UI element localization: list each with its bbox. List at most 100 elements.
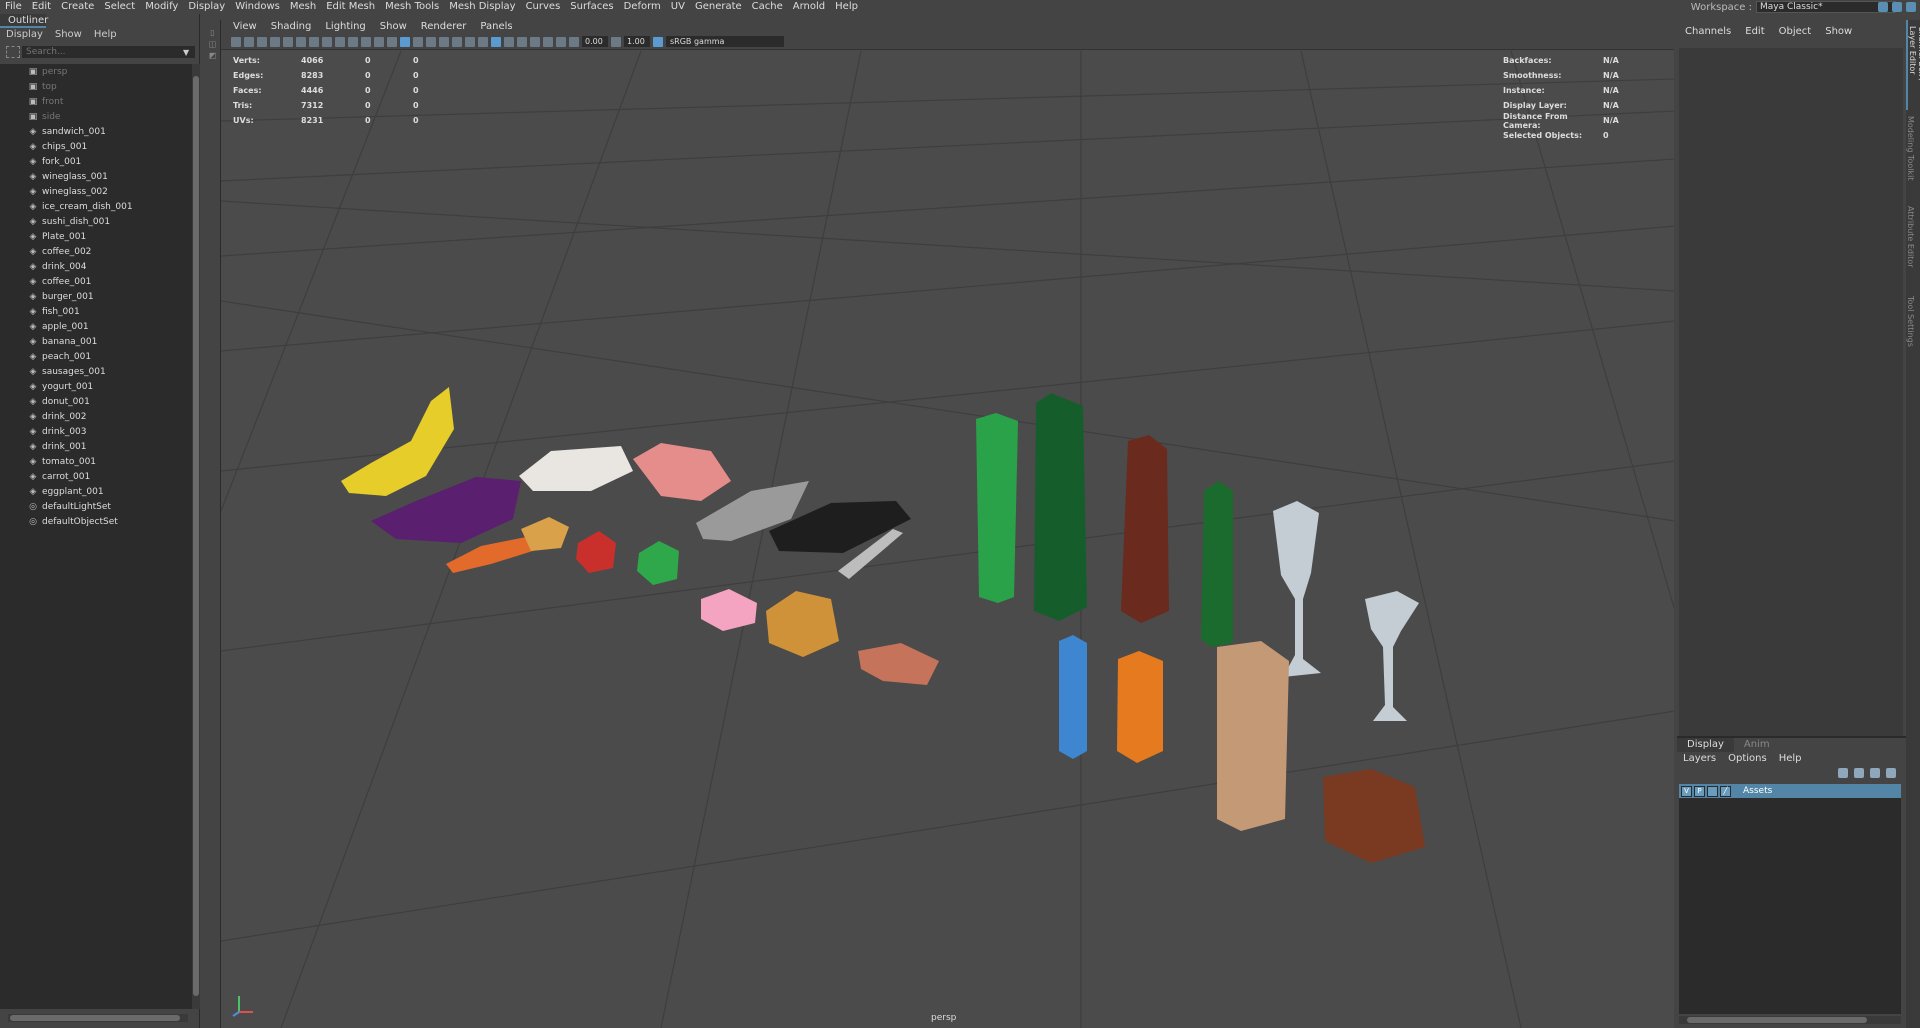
- filter-icon[interactable]: [6, 46, 20, 58]
- yogurt-mesh[interactable]: [1059, 635, 1087, 759]
- tab-display[interactable]: Display: [1677, 738, 1734, 752]
- menu-mesh-display[interactable]: Mesh Display: [444, 0, 520, 14]
- outliner-item[interactable]: ▣ front: [0, 94, 192, 109]
- outliner-vertical-scrollbar[interactable]: [192, 64, 200, 1009]
- move-layer-up-icon[interactable]: [1838, 768, 1848, 778]
- outliner-item[interactable]: ◎ defaultObjectSet: [0, 514, 192, 529]
- menu-generate[interactable]: Generate: [690, 0, 747, 14]
- side-tab-channel-box-layer-editor[interactable]: Channel Box / Layer Editor: [1906, 20, 1920, 110]
- menu-edit[interactable]: Edit: [27, 0, 56, 14]
- menu-select[interactable]: Select: [99, 0, 140, 14]
- lighting-icon[interactable]: [439, 36, 449, 47]
- outliner-item[interactable]: ◈ yogurt_001: [0, 379, 192, 394]
- exposure-field[interactable]: 0.00: [582, 36, 608, 47]
- gamma-icon[interactable]: [611, 36, 621, 47]
- layer-row[interactable]: V P ╱ Assets: [1679, 784, 1901, 798]
- anti-aliasing-icon[interactable]: [530, 36, 540, 47]
- outliner-item[interactable]: ◈ banana_001: [0, 334, 192, 349]
- outliner-item[interactable]: ◈ drink_001: [0, 439, 192, 454]
- outliner-item[interactable]: ◈ drink_003: [0, 424, 192, 439]
- panel-layout-icon[interactable]: [1878, 2, 1888, 12]
- menu-create[interactable]: Create: [56, 0, 99, 14]
- scrollbar-thumb[interactable]: [1687, 1017, 1867, 1023]
- viewport-menu-renderer[interactable]: Renderer: [415, 20, 473, 34]
- outliner-item[interactable]: ◈ burger_001: [0, 289, 192, 304]
- outliner-item[interactable]: ◈ coffee_001: [0, 274, 192, 289]
- menu-edit-mesh[interactable]: Edit Mesh: [321, 0, 380, 14]
- menu-surfaces[interactable]: Surfaces: [565, 0, 618, 14]
- wireframe-icon[interactable]: [387, 36, 397, 47]
- coffee-cup-mesh[interactable]: [1217, 641, 1289, 831]
- viewport-menu-shading[interactable]: Shading: [265, 20, 318, 34]
- outliner-item[interactable]: ◈ drink_004: [0, 259, 192, 274]
- ambient-occlusion-icon[interactable]: [504, 36, 514, 47]
- drink-bottle-green-mesh[interactable]: [1034, 393, 1087, 621]
- new-layer-icon[interactable]: [1870, 768, 1880, 778]
- outliner-menu-display[interactable]: Display: [6, 28, 43, 42]
- outliner-item[interactable]: ◈ fork_001: [0, 154, 192, 169]
- channel-box-menu-object[interactable]: Object: [1779, 20, 1812, 42]
- outliner-item[interactable]: ▣ side: [0, 109, 192, 124]
- menu-arnold[interactable]: Arnold: [788, 0, 830, 14]
- layer-editor-menu-layers[interactable]: Layers: [1683, 752, 1716, 766]
- outliner-item[interactable]: ◈ chips_001: [0, 139, 192, 154]
- settings-icon[interactable]: [1892, 2, 1902, 12]
- bookmark-icon[interactable]: [270, 36, 280, 47]
- image-plane-icon[interactable]: [283, 36, 293, 47]
- textured-icon[interactable]: [426, 36, 436, 47]
- outliner-menu-help[interactable]: Help: [94, 28, 117, 42]
- color-management-icon[interactable]: [653, 36, 663, 47]
- layer-visibility-toggle[interactable]: V: [1681, 785, 1692, 797]
- scrollbar-thumb[interactable]: [193, 76, 199, 996]
- safe-action-icon[interactable]: [361, 36, 371, 47]
- viewport-menu-panels[interactable]: Panels: [474, 20, 518, 34]
- outliner-horizontal-scrollbar[interactable]: [8, 1014, 188, 1022]
- outliner-search-input[interactable]: [22, 46, 195, 58]
- outliner-item[interactable]: ▣ persp: [0, 64, 192, 79]
- channel-box-menu-channels[interactable]: Channels: [1685, 20, 1731, 42]
- gate-mask-icon[interactable]: [335, 36, 345, 47]
- side-tab-modeling-toolkit[interactable]: Modeling Toolkit: [1906, 110, 1915, 200]
- exposure-icon[interactable]: [569, 36, 579, 47]
- outliner-item[interactable]: ◈ Plate_001: [0, 229, 192, 244]
- outliner-item[interactable]: ◈ ice_cream_dish_001: [0, 199, 192, 214]
- tab-anim[interactable]: Anim: [1734, 738, 1780, 752]
- layer-editor-menu-options[interactable]: Options: [1728, 752, 1767, 766]
- grid-icon[interactable]: [296, 36, 306, 47]
- outliner-item[interactable]: ◈ peach_001: [0, 349, 192, 364]
- layer-display-type-toggle[interactable]: [1707, 785, 1718, 797]
- outliner-item[interactable]: ◈ eggplant_001: [0, 484, 192, 499]
- new-layer-from-selection-icon[interactable]: [1886, 768, 1896, 778]
- safe-title-icon[interactable]: [374, 36, 384, 47]
- channel-box-menu-show[interactable]: Show: [1825, 20, 1852, 42]
- cola-bottle-mesh[interactable]: [1121, 435, 1169, 623]
- menu-cache[interactable]: Cache: [747, 0, 788, 14]
- layer-name[interactable]: Assets: [1743, 786, 1772, 796]
- isolate-select-icon[interactable]: [556, 36, 566, 47]
- outliner-item[interactable]: ◎ defaultLightSet: [0, 499, 192, 514]
- menu-deform[interactable]: Deform: [619, 0, 666, 14]
- viewport-menu-view[interactable]: View: [227, 20, 263, 34]
- menu-curves[interactable]: Curves: [521, 0, 566, 14]
- outliner-item[interactable]: ◈ fish_001: [0, 304, 192, 319]
- menu-mesh[interactable]: Mesh: [285, 0, 321, 14]
- menu-modify[interactable]: Modify: [140, 0, 183, 14]
- viewport-menu-show[interactable]: Show: [374, 20, 413, 34]
- outliner-item[interactable]: ◈ sausages_001: [0, 364, 192, 379]
- select-camera-icon[interactable]: [231, 36, 241, 47]
- menu-uv[interactable]: UV: [666, 0, 690, 14]
- outliner-item[interactable]: ◈ carrot_001: [0, 469, 192, 484]
- layer-editor-menu-help[interactable]: Help: [1779, 752, 1802, 766]
- xray-icon[interactable]: [465, 36, 475, 47]
- outliner-item[interactable]: ◈ apple_001: [0, 319, 192, 334]
- channel-box-menu-edit[interactable]: Edit: [1745, 20, 1764, 42]
- outliner-item[interactable]: ◈ sandwich_001: [0, 124, 192, 139]
- outliner-item[interactable]: ◈ coffee_002: [0, 244, 192, 259]
- menu-help[interactable]: Help: [830, 0, 863, 14]
- wireframe-on-shaded-icon[interactable]: [413, 36, 423, 47]
- colorspace-dropdown[interactable]: sRGB gamma: [666, 36, 784, 47]
- outliner-item[interactable]: ◈ sushi_dish_001: [0, 214, 192, 229]
- depth-of-field-icon[interactable]: [543, 36, 553, 47]
- xray-joints-icon[interactable]: [478, 36, 488, 47]
- resolution-gate-icon[interactable]: [322, 36, 332, 47]
